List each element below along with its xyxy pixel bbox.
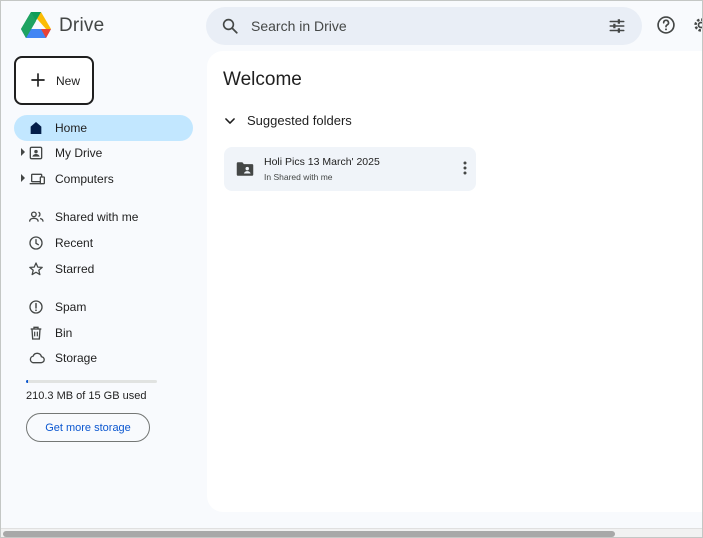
- sidebar-item-storage[interactable]: Storage: [14, 345, 193, 371]
- star-icon: [29, 262, 43, 276]
- chevron-down-icon: [225, 117, 235, 124]
- people-icon: [28, 211, 44, 222]
- storage-usage-fill: [26, 380, 28, 383]
- sidebar-item-home[interactable]: Home: [14, 115, 193, 141]
- sidebar-item-label: My Drive: [55, 146, 103, 160]
- drive-window: Drive Search in Drive New Home My Drive …: [0, 0, 703, 538]
- sidebar-item-my-drive[interactable]: My Drive: [14, 140, 193, 166]
- horizontal-scrollbar[interactable]: [1, 528, 702, 537]
- suggested-folders-toggle[interactable]: Suggested folders: [223, 113, 352, 128]
- sidebar-item-label: Starred: [55, 262, 95, 276]
- page-title: Welcome: [223, 69, 302, 90]
- main-content: Welcome Suggested folders Holi Pics 13 M…: [207, 51, 702, 512]
- clock-icon: [29, 236, 43, 250]
- drive-logo[interactable]: Drive: [21, 12, 104, 39]
- folder-name: Holi Pics 13 March' 2025: [264, 156, 380, 168]
- sidebar-item-label: Bin: [55, 326, 73, 340]
- cloud-icon: [29, 352, 45, 364]
- settings-icon[interactable]: [691, 15, 703, 35]
- my-drive-icon: [29, 146, 43, 160]
- folder-location: In Shared with me: [264, 172, 333, 182]
- sidebar-item-computers[interactable]: Computers: [14, 166, 193, 192]
- new-button-label: New: [56, 74, 81, 88]
- sidebar-item-label: Computers: [55, 172, 114, 186]
- scrollbar-thumb[interactable]: [3, 531, 615, 537]
- search-options-icon[interactable]: [608, 17, 626, 35]
- sidebar-item-bin[interactable]: Bin: [14, 320, 193, 346]
- bin-icon: [30, 326, 42, 340]
- search-bar[interactable]: Search in Drive: [206, 7, 642, 45]
- sidebar-item-recent[interactable]: Recent: [14, 230, 193, 256]
- sidebar-item-starred[interactable]: Starred: [14, 256, 193, 282]
- computers-icon: [29, 173, 45, 185]
- plus-icon: [31, 73, 45, 87]
- expand-arrow-icon[interactable]: [20, 148, 26, 156]
- sidebar-item-label: Home: [55, 121, 88, 135]
- expand-arrow-icon[interactable]: [20, 174, 26, 182]
- section-title: Suggested folders: [247, 113, 352, 128]
- help-icon[interactable]: [656, 15, 676, 35]
- sidebar-item-label: Recent: [55, 236, 94, 250]
- new-button[interactable]: New: [14, 56, 94, 105]
- shared-folder-icon: [236, 162, 254, 176]
- sidebar-item-label: Storage: [55, 351, 98, 365]
- sidebar-item-spam[interactable]: Spam: [14, 294, 193, 320]
- sidebar-item-label: Shared with me: [55, 210, 139, 224]
- search-input[interactable]: Search in Drive: [251, 18, 347, 34]
- drive-logo-icon: [21, 12, 51, 38]
- app-name: Drive: [59, 14, 105, 36]
- storage-usage-text: 210.3 MB of 15 GB used: [26, 390, 147, 402]
- spam-icon: [29, 300, 43, 314]
- folder-card[interactable]: Holi Pics 13 March' 2025 In Shared with …: [224, 147, 476, 191]
- more-vert-icon[interactable]: [463, 161, 467, 175]
- search-icon[interactable]: [221, 17, 239, 35]
- home-icon: [30, 122, 42, 134]
- storage-usage-bar: [26, 380, 157, 383]
- sidebar-item-shared-with-me[interactable]: Shared with me: [14, 204, 193, 230]
- get-more-storage-button[interactable]: Get more storage: [26, 413, 150, 442]
- sidebar-item-label: Spam: [55, 300, 87, 314]
